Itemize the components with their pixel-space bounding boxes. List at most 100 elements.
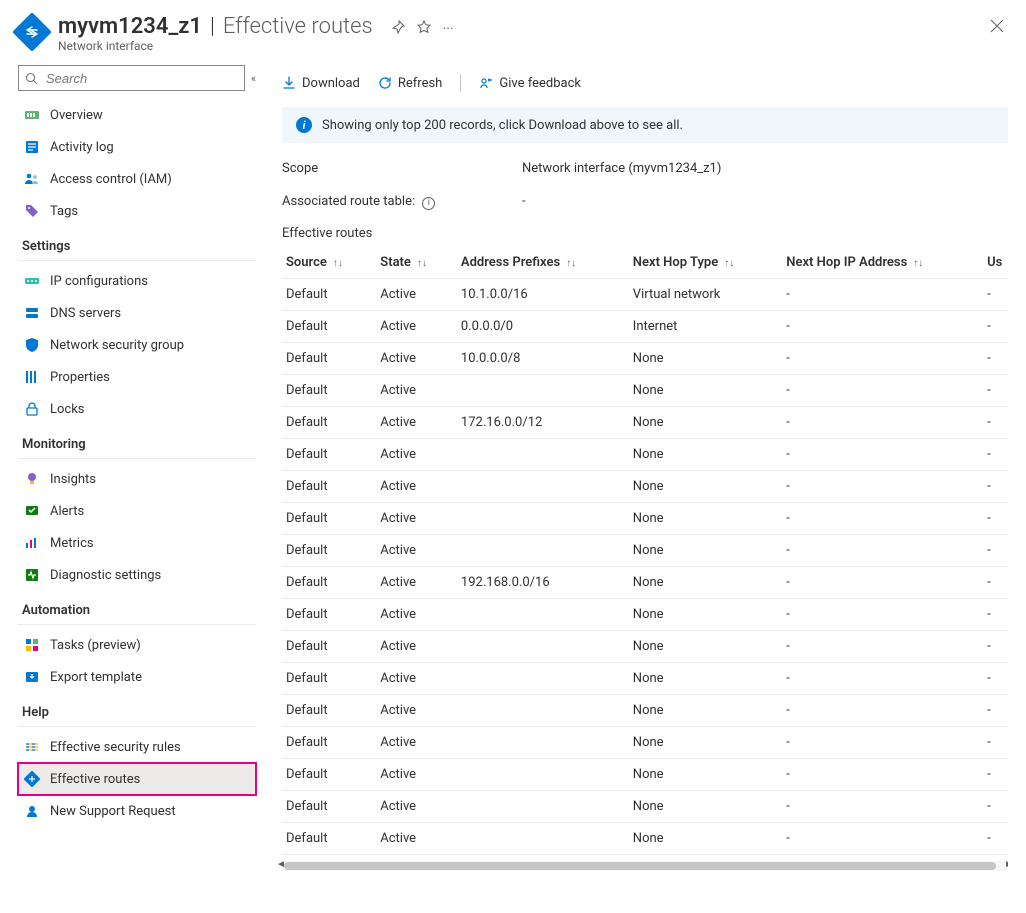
table-cell: - bbox=[983, 630, 1008, 662]
table-cell bbox=[457, 726, 629, 758]
table-cell: None bbox=[629, 374, 782, 406]
refresh-button[interactable]: Refresh bbox=[378, 76, 442, 91]
table-cell: Default bbox=[282, 822, 376, 854]
table-cell: None bbox=[629, 342, 782, 374]
sidebar-search[interactable] bbox=[18, 65, 245, 91]
download-button[interactable]: Download bbox=[282, 76, 360, 91]
shield-icon bbox=[24, 337, 40, 353]
table-cell: - bbox=[983, 694, 1008, 726]
sort-icon[interactable]: ↑↓ bbox=[417, 258, 427, 269]
sidebar-section-help: Help bbox=[18, 693, 256, 727]
table-row[interactable]: DefaultActiveNone-- bbox=[282, 758, 1008, 790]
feedback-button[interactable]: Give feedback bbox=[479, 76, 581, 91]
col-prefixes[interactable]: Address Prefixes↑↓ bbox=[457, 247, 629, 279]
table-cell: Default bbox=[282, 598, 376, 630]
table-row[interactable]: DefaultActive10.0.0.0/8None-- bbox=[282, 342, 1008, 374]
table-cell: - bbox=[782, 598, 983, 630]
table-row[interactable]: DefaultActiveNone-- bbox=[282, 822, 1008, 854]
sidebar-item-dns[interactable]: DNS servers bbox=[18, 297, 256, 329]
table-scroll-wrap[interactable]: Source↑↓ State↑↓ Address Prefixes↑↓ Next… bbox=[282, 247, 1008, 855]
sort-icon[interactable]: ↑↓ bbox=[566, 258, 576, 269]
sidebar-item-label: Activity log bbox=[50, 140, 114, 155]
table-cell: - bbox=[983, 310, 1008, 342]
sidebar-item-label: Network security group bbox=[50, 338, 184, 353]
table-row[interactable]: DefaultActiveNone-- bbox=[282, 630, 1008, 662]
search-input[interactable] bbox=[44, 70, 238, 87]
table-row[interactable]: DefaultActive10.1.0.0/16Virtual network-… bbox=[282, 278, 1008, 310]
sidebar-item-iam[interactable]: Access control (IAM) bbox=[18, 163, 256, 195]
table-cell: - bbox=[782, 374, 983, 406]
sort-icon[interactable]: ↑↓ bbox=[724, 258, 734, 269]
close-button[interactable] bbox=[986, 14, 1008, 41]
scope-label: Scope bbox=[282, 161, 522, 176]
scroll-right-icon[interactable]: ► bbox=[1004, 859, 1008, 870]
sidebar-item-metrics[interactable]: Metrics bbox=[18, 527, 256, 559]
table-cell: - bbox=[983, 278, 1008, 310]
table-row[interactable]: DefaultActiveNone-- bbox=[282, 502, 1008, 534]
table-cell: Default bbox=[282, 758, 376, 790]
table-row[interactable]: DefaultActiveNone-- bbox=[282, 374, 1008, 406]
col-source[interactable]: Source↑↓ bbox=[282, 247, 376, 279]
table-row[interactable]: DefaultActiveNone-- bbox=[282, 662, 1008, 694]
ipconfig-icon bbox=[24, 273, 40, 289]
table-cell: - bbox=[983, 758, 1008, 790]
table-cell: - bbox=[983, 342, 1008, 374]
table-cell: - bbox=[782, 726, 983, 758]
sidebar-item-export[interactable]: Export template bbox=[18, 661, 256, 693]
table-cell bbox=[457, 502, 629, 534]
sidebar-item-effective-routes[interactable]: Effective routes bbox=[18, 763, 256, 795]
table-row[interactable]: DefaultActive192.168.0.0/16None-- bbox=[282, 566, 1008, 598]
table-cell: Default bbox=[282, 534, 376, 566]
table-row[interactable]: DefaultActiveNone-- bbox=[282, 694, 1008, 726]
table-row[interactable]: DefaultActive172.16.0.0/12None-- bbox=[282, 406, 1008, 438]
table-row[interactable]: DefaultActiveNone-- bbox=[282, 534, 1008, 566]
col-user[interactable]: Us bbox=[983, 247, 1008, 279]
sidebar-item-properties[interactable]: Properties bbox=[18, 361, 256, 393]
table-cell: None bbox=[629, 662, 782, 694]
table-row[interactable]: DefaultActiveNone-- bbox=[282, 726, 1008, 758]
favorite-icon[interactable] bbox=[417, 20, 431, 38]
collapse-sidebar-icon[interactable]: « bbox=[251, 72, 256, 85]
table-cell: - bbox=[983, 438, 1008, 470]
sidebar-item-ipconfig[interactable]: IP configurations bbox=[18, 265, 256, 297]
sidebar-item-overview[interactable]: Overview bbox=[18, 99, 256, 131]
table-cell: - bbox=[983, 726, 1008, 758]
table-row[interactable]: DefaultActiveNone-- bbox=[282, 598, 1008, 630]
more-icon[interactable]: ··· bbox=[443, 21, 454, 37]
scroll-left-icon[interactable]: ◄ bbox=[276, 859, 286, 870]
table-row[interactable]: DefaultActiveNone-- bbox=[282, 470, 1008, 502]
sidebar-item-diagnostic[interactable]: Diagnostic settings bbox=[18, 559, 256, 591]
sidebar-item-support[interactable]: New Support Request bbox=[18, 795, 256, 827]
sort-icon[interactable]: ↑↓ bbox=[333, 258, 343, 269]
sidebar-item-alerts[interactable]: Alerts bbox=[18, 495, 256, 527]
sidebar-item-insights[interactable]: Insights bbox=[18, 463, 256, 495]
sidebar-item-tasks[interactable]: Tasks (preview) bbox=[18, 629, 256, 661]
sidebar-item-tags[interactable]: Tags bbox=[18, 195, 256, 227]
title-separator: | bbox=[210, 14, 215, 39]
export-icon bbox=[24, 669, 40, 685]
table-cell: Active bbox=[376, 598, 457, 630]
table-cell: - bbox=[782, 310, 983, 342]
sidebar-item-locks[interactable]: Locks bbox=[18, 393, 256, 425]
horizontal-scrollbar[interactable]: ◄ ► bbox=[282, 861, 1008, 871]
table-row[interactable]: DefaultActiveNone-- bbox=[282, 790, 1008, 822]
table-cell: None bbox=[629, 822, 782, 854]
sidebar-item-effective-security[interactable]: Effective security rules bbox=[18, 731, 256, 763]
download-label: Download bbox=[302, 76, 360, 91]
sort-icon[interactable]: ↑↓ bbox=[913, 258, 923, 269]
table-cell bbox=[457, 822, 629, 854]
pin-icon[interactable] bbox=[391, 20, 405, 38]
table-row[interactable]: DefaultActive0.0.0.0/0Internet-- bbox=[282, 310, 1008, 342]
col-nexthoptype[interactable]: Next Hop Type↑↓ bbox=[629, 247, 782, 279]
table-row[interactable]: DefaultActiveNone-- bbox=[282, 438, 1008, 470]
refresh-label: Refresh bbox=[398, 76, 442, 91]
nic-icon bbox=[24, 107, 40, 123]
col-nexthopip[interactable]: Next Hop IP Address↑↓ bbox=[782, 247, 983, 279]
sidebar-item-activitylog[interactable]: Activity log bbox=[18, 131, 256, 163]
col-state[interactable]: State↑↓ bbox=[376, 247, 457, 279]
sidebar-item-nsg[interactable]: Network security group bbox=[18, 329, 256, 361]
help-icon[interactable]: i bbox=[422, 197, 435, 210]
table-cell: - bbox=[983, 790, 1008, 822]
table-cell: - bbox=[983, 406, 1008, 438]
table-cell: Active bbox=[376, 662, 457, 694]
